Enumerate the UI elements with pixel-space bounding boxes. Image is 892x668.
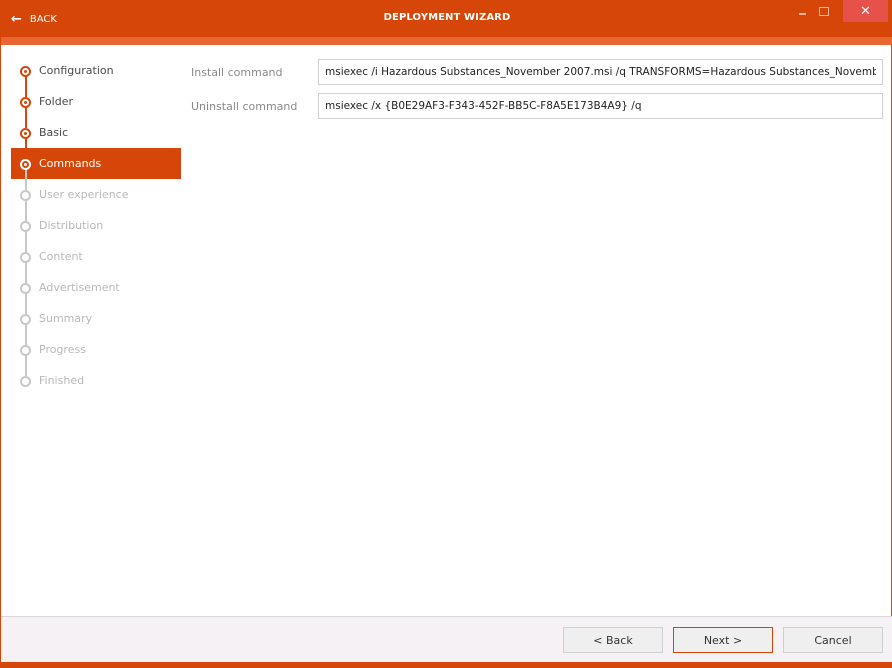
minimize-button[interactable] bbox=[791, 0, 813, 22]
maximize-button[interactable] bbox=[813, 0, 835, 22]
step-label: Finished bbox=[39, 374, 85, 387]
step-connector bbox=[25, 179, 27, 190]
step-indicator-icon bbox=[20, 314, 31, 325]
step-distribution[interactable]: Distribution bbox=[11, 210, 181, 241]
step-connector bbox=[25, 272, 27, 283]
step-finished[interactable]: Finished bbox=[11, 365, 181, 396]
step-label: User experience bbox=[39, 188, 129, 201]
step-configuration[interactable]: Configuration bbox=[11, 55, 181, 86]
step-label: Commands bbox=[39, 157, 102, 170]
step-indicator-icon bbox=[20, 252, 31, 263]
step-connector bbox=[25, 148, 27, 159]
step-label: Advertisement bbox=[39, 281, 120, 294]
step-connector bbox=[25, 117, 27, 128]
title-accent-strip bbox=[1, 37, 892, 45]
title-bar: ← BACK DEPLOYMENT WIZARD ✕ bbox=[1, 0, 892, 37]
step-indicator-icon bbox=[20, 221, 31, 232]
install-command-label: Install command bbox=[191, 66, 283, 79]
step-indicator-icon bbox=[20, 128, 31, 139]
wizard-footer: < Back Next > Cancel bbox=[1, 616, 892, 662]
bottom-accent-strip bbox=[1, 662, 892, 668]
step-indicator-icon bbox=[20, 66, 31, 77]
step-user-experience[interactable]: User experience bbox=[11, 179, 181, 210]
step-basic[interactable]: Basic bbox=[11, 117, 181, 148]
step-content[interactable]: Content bbox=[11, 241, 181, 272]
step-indicator-icon bbox=[20, 190, 31, 201]
uninstall-command-row: Uninstall command bbox=[191, 93, 883, 119]
maximize-icon bbox=[819, 6, 829, 16]
step-label: Folder bbox=[39, 95, 73, 108]
step-indicator-icon bbox=[20, 283, 31, 294]
step-connector bbox=[25, 86, 27, 97]
step-summary[interactable]: Summary bbox=[11, 303, 181, 334]
step-label: Configuration bbox=[39, 64, 114, 77]
close-button[interactable]: ✕ bbox=[843, 0, 888, 22]
step-indicator-icon bbox=[20, 159, 31, 170]
install-command-input[interactable] bbox=[318, 59, 883, 85]
step-connector bbox=[25, 365, 27, 376]
step-connector bbox=[25, 210, 27, 221]
step-commands[interactable]: Commands bbox=[11, 148, 181, 179]
step-label: Progress bbox=[39, 343, 86, 356]
step-label: Summary bbox=[39, 312, 93, 325]
step-indicator-icon bbox=[20, 376, 31, 387]
uninstall-command-label: Uninstall command bbox=[191, 100, 298, 113]
step-connector bbox=[25, 303, 27, 314]
wizard-steps: Configuration Folder Basic Commands User exp… bbox=[11, 55, 181, 396]
step-indicator-icon bbox=[20, 97, 31, 108]
step-connector bbox=[25, 241, 27, 252]
next-button[interactable]: Next > bbox=[673, 627, 773, 653]
step-progress[interactable]: Progress bbox=[11, 334, 181, 365]
close-icon: ✕ bbox=[860, 3, 871, 19]
step-indicator-icon bbox=[20, 345, 31, 356]
install-command-row: Install command bbox=[191, 59, 883, 85]
step-label: Content bbox=[39, 250, 83, 263]
uninstall-command-input[interactable] bbox=[318, 93, 883, 119]
cancel-button[interactable]: Cancel bbox=[783, 627, 883, 653]
deployment-wizard-window: ← BACK DEPLOYMENT WIZARD ✕ Configuration… bbox=[0, 0, 892, 668]
minimize-icon bbox=[798, 13, 806, 15]
step-connector bbox=[25, 334, 27, 345]
window-title: DEPLOYMENT WIZARD bbox=[383, 12, 511, 23]
step-advertisement[interactable]: Advertisement bbox=[11, 272, 181, 303]
back-button[interactable]: < Back bbox=[563, 627, 663, 653]
step-label: Distribution bbox=[39, 219, 104, 232]
step-folder[interactable]: Folder bbox=[11, 86, 181, 117]
step-label: Basic bbox=[39, 126, 69, 139]
